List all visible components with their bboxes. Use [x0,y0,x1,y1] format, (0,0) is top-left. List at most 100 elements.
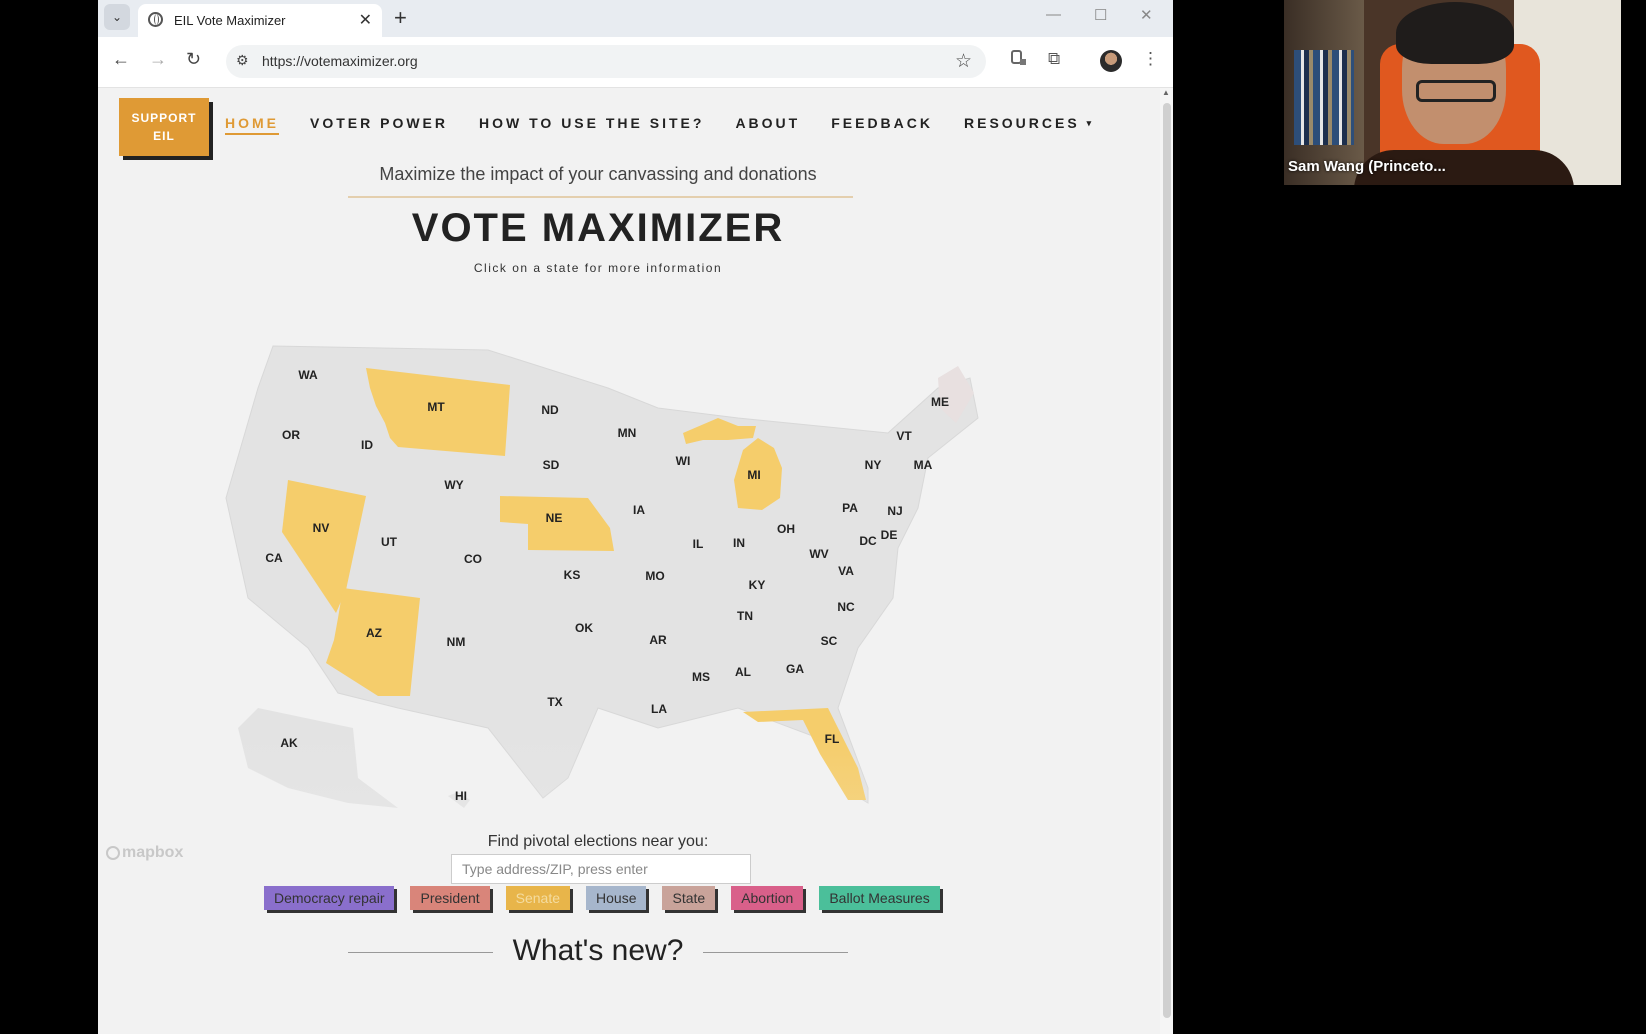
state-label-nc[interactable]: NC [837,600,855,614]
state-label-dc[interactable]: DC [859,534,877,548]
glasses-icon [1416,80,1496,102]
state-label-ny[interactable]: NY [865,458,882,472]
tab-active[interactable]: EIL Vote Maximizer ✕ [138,4,382,37]
state-label-id[interactable]: ID [361,438,373,452]
reload-button[interactable]: ↻ [186,49,201,70]
page-subtitle: Click on a state for more information [473,261,723,275]
state-label-me[interactable]: ME [931,395,949,409]
state-label-wv[interactable]: WV [809,547,828,561]
support-eil-button[interactable]: SUPPORT EIL [119,98,209,156]
state-label-mn[interactable]: MN [618,426,637,440]
state-label-vt[interactable]: VT [896,429,912,443]
state-label-co[interactable]: CO [464,552,482,566]
minimize-button[interactable]: — [1046,6,1061,23]
state-label-mt[interactable]: MT [427,400,445,414]
address-search-input[interactable] [451,854,751,884]
filter-state[interactable]: State [662,886,716,910]
state-label-sc[interactable]: SC [821,634,838,648]
site-info-icon[interactable]: ⚙ [236,52,249,69]
page-scrollbar[interactable]: ▲ [1160,88,1173,1034]
window-close-button[interactable]: ✕ [1140,6,1153,24]
bookmark-star-icon[interactable]: ☆ [955,50,972,73]
browser-toolbar: ← → ↻ ⚙ https://votemaximizer.org ☆ ⧉ ⋮ [98,37,1173,88]
state-label-ut[interactable]: UT [381,535,398,549]
nav-resources[interactable]: RESOURCES ▾ [964,115,1094,131]
state-label-wy[interactable]: WY [444,478,463,492]
state-label-mo[interactable]: MO [645,569,664,583]
state-label-ca[interactable]: CA [265,551,283,565]
state-label-fl[interactable]: FL [825,732,840,746]
state-label-ma[interactable]: MA [914,458,933,472]
state-label-ms[interactable]: MS [692,670,710,684]
state-label-nm[interactable]: NM [447,635,466,649]
state-label-de[interactable]: DE [881,528,898,542]
page-title: VOTE MAXIMIZER [411,206,785,250]
state-label-wa[interactable]: WA [298,368,318,382]
state-label-al[interactable]: AL [735,665,751,679]
state-label-ar[interactable]: AR [649,633,667,647]
nav-feedback[interactable]: FEEDBACK [831,115,933,131]
state-label-mi[interactable]: MI [747,468,760,482]
tab-title: EIL Vote Maximizer [174,13,286,28]
state-label-ne[interactable]: NE [546,511,563,525]
state-label-ia[interactable]: IA [633,503,645,517]
state-label-in[interactable]: IN [733,536,745,550]
state-label-pa[interactable]: PA [842,501,858,515]
state-label-az[interactable]: AZ [366,626,382,640]
dropdown-caret-icon: ▾ [1086,118,1095,128]
profile-avatar[interactable] [1100,50,1122,72]
puzzle-icon[interactable]: ⧉ [1048,49,1060,69]
filter-ballot-measures[interactable]: Ballot Measures [819,886,940,910]
state-label-sd[interactable]: SD [543,458,560,472]
new-tab-button[interactable]: + [394,5,407,31]
filter-house[interactable]: House [586,886,647,910]
url-text[interactable]: https://votemaximizer.org [262,53,418,69]
state-label-ok[interactable]: OK [575,621,593,635]
browser-menu-icon[interactable]: ⋮ [1142,49,1159,69]
state-label-hi[interactable]: HI [455,789,467,803]
scroll-thumb[interactable] [1163,103,1171,1018]
state-label-va[interactable]: VA [838,564,854,578]
state-label-tn[interactable]: TN [737,609,753,623]
filter-democracy-repair[interactable]: Democracy repair [264,886,395,910]
filter-senate[interactable]: Senate [505,886,571,910]
support-eil-label: SUPPORT EIL [131,111,197,143]
tab-close-button[interactable]: ✕ [359,10,372,30]
participant-name: Sam Wang (Princeto... [1288,158,1446,175]
nav-voter-power[interactable]: VOTER POWER [310,115,448,131]
nav-about[interactable]: ABOUT [735,115,800,131]
state-label-tx[interactable]: TX [547,695,562,709]
state-label-ak[interactable]: AK [280,736,298,750]
main-nav: HOME VOTER POWER HOW TO USE THE SITE? AB… [225,115,1125,131]
maximize-button[interactable]: ☐ [1094,6,1107,24]
nav-home[interactable]: HOME [225,115,279,131]
state-label-nv[interactable]: NV [313,521,330,535]
nav-how-to-use[interactable]: HOW TO USE THE SITE? [479,115,704,131]
back-button[interactable]: ← [112,49,130,70]
state-label-wi[interactable]: WI [676,454,691,468]
state-label-nd[interactable]: ND [541,403,559,417]
filter-abortion[interactable]: Abortion [731,886,804,910]
state-label-oh[interactable]: OH [777,522,795,536]
tab-search-button[interactable]: ⌄ [104,4,130,30]
globe-icon [148,12,163,27]
forward-button[interactable]: → [149,49,167,70]
state-label-nj[interactable]: NJ [887,504,902,518]
state-label-il[interactable]: IL [693,537,704,551]
state-label-ga[interactable]: GA [786,662,804,676]
find-elections-label: Find pivotal elections near you: [487,833,709,850]
whats-new-heading: What's new? [512,934,684,967]
extension-icon[interactable] [1010,49,1028,72]
filter-president[interactable]: President [410,886,490,910]
scroll-up-icon[interactable]: ▲ [1162,88,1170,97]
address-bar[interactable]: ⚙ https://votemaximizer.org ☆ [226,45,986,78]
video-participant-tile: Sam Wang (Princeto... [1284,0,1621,185]
state-label-la[interactable]: LA [651,702,667,716]
state-label-or[interactable]: OR [282,428,300,442]
map-fade-overlay [98,288,1160,1034]
nav-resources-label: RESOURCES [964,115,1080,131]
state-label-ks[interactable]: KS [564,568,581,582]
books-background [1294,50,1354,145]
state-label-ky[interactable]: KY [749,578,766,592]
tagline-divider [348,196,853,198]
